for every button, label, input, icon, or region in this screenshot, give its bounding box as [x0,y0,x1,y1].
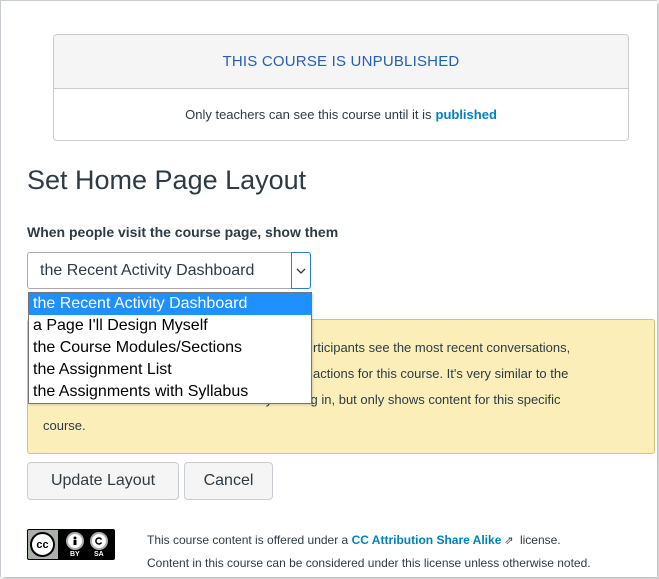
license-prefix: This course content is offered under a [147,533,349,547]
cc-license-link[interactable]: CC Attribution Share Alike [352,533,502,547]
cc-sa-label: SA [94,551,104,558]
layout-option-modules[interactable]: the Course Modules/Sections [29,337,311,359]
notice-body: Only teachers can see this course until … [54,89,628,140]
cc-sa-icon [90,532,108,550]
cc-by-label: BY [70,551,80,558]
license-line-2: Content in this course can be considered… [147,556,591,570]
update-layout-button[interactable]: Update Layout [27,462,179,500]
layout-option-dashboard[interactable]: the Recent Activity Dashboard [29,293,311,315]
cc-logo-icon: cc [30,532,55,557]
page-title: Set Home Page Layout [27,165,307,195]
license-suffix: license. [519,533,561,547]
layout-select[interactable]: the Recent Activity Dashboard [27,252,311,289]
license-text: This course content is offered under a C… [147,529,591,574]
layout-prompt: When people visit the course page, show … [27,224,339,240]
layout-dropdown-list: the Recent Activity Dashboard a Page I'l… [28,292,312,404]
desc-line-4: course. [43,418,86,433]
notice-heading: THIS COURSE IS UNPUBLISHED [54,35,628,89]
layout-option-assignments[interactable]: the Assignment List [29,359,311,381]
cc-license-badge-icon: cc BY SA [27,529,115,560]
layout-select-value: the Recent Activity Dashboard [40,262,255,279]
published-link[interactable]: published [436,107,497,122]
cc-by-icon [66,532,84,550]
external-link-icon: ⇗ [504,535,514,547]
unpublished-notice: THIS COURSE IS UNPUBLISHED Only teachers… [53,34,629,141]
license-line-1: This course content is offered under a C… [147,529,591,552]
page-frame: THIS COURSE IS UNPUBLISHED Only teachers… [0,0,657,577]
layout-option-page[interactable]: a Page I'll Design Myself [29,315,311,337]
cc-badge-dark-panel: BY SA [58,530,114,559]
cancel-button[interactable]: Cancel [184,462,273,500]
chevron-down-icon[interactable] [291,252,311,289]
notice-body-text: Only teachers can see this course until … [185,107,432,122]
layout-option-syllabus[interactable]: the Assignments with Syllabus [29,381,311,403]
